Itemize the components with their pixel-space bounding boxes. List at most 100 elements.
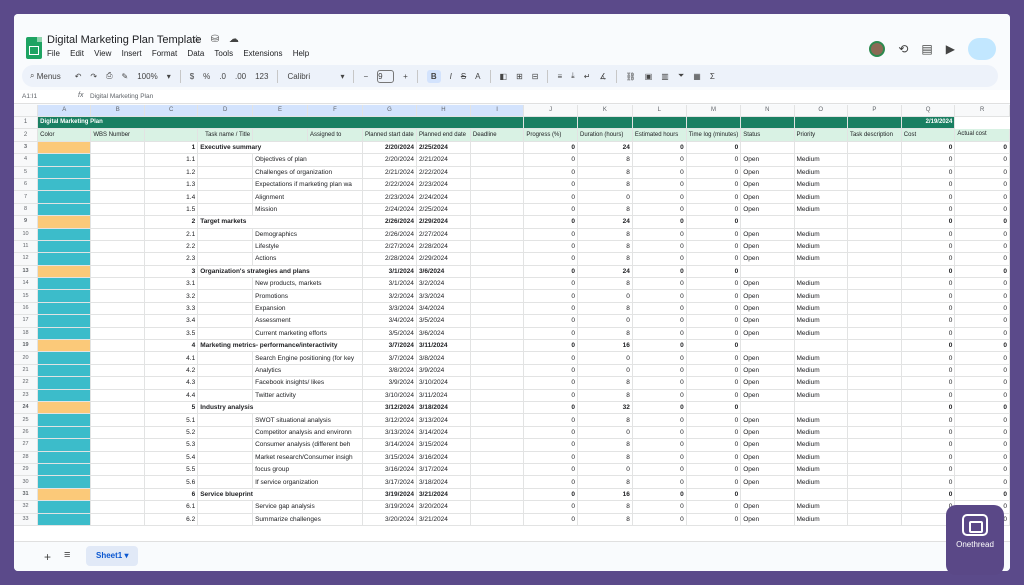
- time-log-cell[interactable]: 0: [686, 364, 742, 378]
- status-cell[interactable]: Open: [740, 190, 795, 204]
- task-name-cell[interactable]: Competitor analysis and environn: [252, 426, 363, 440]
- row-number[interactable]: 33: [14, 513, 39, 526]
- duration-cell[interactable]: 8: [577, 513, 633, 526]
- color-cell[interactable]: [37, 314, 92, 328]
- header-cell[interactable]: Status: [740, 128, 795, 142]
- wbs-number-cell[interactable]: 3.3: [144, 302, 199, 316]
- progress-cell[interactable]: 0: [523, 376, 579, 390]
- estimated-hours-cell[interactable]: 0: [632, 488, 687, 502]
- borders-icon[interactable]: ⊞: [516, 72, 523, 81]
- wbs-number-cell[interactable]: 3.2: [144, 289, 199, 303]
- duration-cell[interactable]: 8: [577, 178, 633, 192]
- wbs-number-cell[interactable]: 1.4: [144, 190, 199, 204]
- indent-cell[interactable]: [197, 153, 254, 167]
- column-header-r[interactable]: R: [954, 105, 1010, 117]
- time-log-cell[interactable]: 0: [686, 178, 742, 192]
- spacer-cell[interactable]: [90, 203, 146, 217]
- wbs-number-cell[interactable]: 1.1: [144, 153, 199, 167]
- start-date-cell[interactable]: 3/9/2024: [362, 376, 417, 390]
- color-cell[interactable]: [37, 451, 92, 464]
- progress-cell[interactable]: 0: [523, 289, 579, 303]
- wbs-number-cell[interactable]: 6: [144, 488, 199, 502]
- time-log-cell[interactable]: 0: [686, 153, 742, 167]
- task-name-cell[interactable]: Marketing metrics- performance/interacti…: [197, 339, 363, 353]
- duration-cell[interactable]: 8: [577, 376, 633, 390]
- task-description-cell[interactable]: [847, 302, 902, 316]
- priority-cell[interactable]: Medium: [794, 302, 848, 316]
- row-number[interactable]: 9: [14, 215, 39, 229]
- status-cell[interactable]: Open: [740, 463, 795, 477]
- share-button[interactable]: [968, 38, 996, 60]
- deadline-cell[interactable]: [470, 500, 525, 514]
- estimated-hours-cell[interactable]: 0: [632, 451, 687, 464]
- spacer-cell[interactable]: [90, 389, 146, 403]
- task-description-cell[interactable]: [847, 376, 902, 390]
- start-date-cell[interactable]: 2/26/2024: [362, 215, 417, 229]
- spacer-cell[interactable]: [90, 451, 146, 464]
- deadline-cell[interactable]: [470, 451, 525, 464]
- priority-cell[interactable]: Medium: [794, 178, 848, 192]
- priority-cell[interactable]: Medium: [794, 451, 848, 464]
- spacer-cell[interactable]: [90, 438, 146, 452]
- task-description-cell[interactable]: [847, 153, 902, 167]
- end-date-cell[interactable]: 3/11/2024: [416, 389, 471, 403]
- number-format-button[interactable]: 123: [255, 72, 268, 81]
- deadline-cell[interactable]: [470, 215, 525, 229]
- font-size-input[interactable]: 9: [377, 69, 395, 83]
- menu-extensions[interactable]: Extensions: [243, 49, 282, 58]
- progress-cell[interactable]: 0: [523, 513, 579, 526]
- task-description-cell[interactable]: [847, 190, 902, 204]
- priority-cell[interactable]: Medium: [794, 438, 848, 452]
- time-log-cell[interactable]: 0: [686, 463, 742, 477]
- status-cell[interactable]: Open: [740, 228, 795, 241]
- sheet-tab-sheet1[interactable]: Sheet1 ▾: [86, 546, 139, 566]
- deadline-cell[interactable]: [470, 265, 525, 279]
- progress-cell[interactable]: 0: [523, 302, 579, 316]
- deadline-cell[interactable]: [470, 463, 525, 477]
- cost-cell[interactable]: 0: [901, 215, 956, 229]
- column-header-d[interactable]: D: [197, 105, 254, 117]
- estimated-hours-cell[interactable]: 0: [632, 426, 687, 440]
- duration-cell[interactable]: 24: [577, 141, 633, 155]
- row-number[interactable]: 21: [14, 364, 39, 378]
- cost-cell[interactable]: 0: [901, 240, 956, 254]
- date-cell[interactable]: 2/19/2024: [901, 116, 956, 130]
- column-header-a[interactable]: A: [37, 105, 92, 117]
- menu-data[interactable]: Data: [187, 49, 204, 58]
- actual-cost-cell[interactable]: 0: [954, 228, 1010, 241]
- wbs-number-cell[interactable]: 4.2: [144, 364, 199, 378]
- task-name-cell[interactable]: Summarize challenges: [252, 513, 363, 526]
- end-date-cell[interactable]: 3/21/2024: [416, 488, 471, 502]
- priority-cell[interactable]: Medium: [794, 240, 848, 254]
- actual-cost-cell[interactable]: 0: [954, 215, 1010, 229]
- color-cell[interactable]: [37, 289, 92, 303]
- row-number[interactable]: 1: [14, 116, 39, 130]
- avatar[interactable]: [869, 41, 886, 57]
- indent-cell[interactable]: [197, 277, 254, 291]
- estimated-hours-cell[interactable]: 0: [632, 166, 687, 179]
- task-description-cell[interactable]: [847, 265, 902, 279]
- progress-cell[interactable]: 0: [523, 265, 579, 279]
- deadline-cell[interactable]: [470, 389, 525, 403]
- actual-cost-cell[interactable]: 0: [954, 364, 1010, 378]
- start-date-cell[interactable]: 2/26/2024: [362, 228, 417, 241]
- cost-cell[interactable]: 0: [901, 190, 956, 204]
- header-cell[interactable]: Priority: [794, 128, 848, 142]
- estimated-hours-cell[interactable]: 0: [632, 438, 687, 452]
- duration-cell[interactable]: 16: [577, 488, 633, 502]
- time-log-cell[interactable]: 0: [686, 451, 742, 464]
- column-header-g[interactable]: G: [362, 105, 417, 117]
- end-date-cell[interactable]: 3/10/2024: [416, 376, 471, 390]
- wbs-number-cell[interactable]: 4.3: [144, 376, 199, 390]
- filter-views-icon[interactable]: ▦: [693, 72, 701, 81]
- fill-color-icon[interactable]: ◧: [500, 72, 508, 81]
- end-date-cell[interactable]: 2/29/2024: [416, 215, 471, 229]
- status-cell[interactable]: Open: [740, 252, 795, 266]
- duration-cell[interactable]: 8: [577, 153, 633, 167]
- task-name-cell[interactable]: Demographics: [252, 228, 363, 241]
- wbs-number-cell[interactable]: 5.5: [144, 463, 199, 477]
- end-date-cell[interactable]: 3/14/2024: [416, 426, 471, 440]
- task-name-cell[interactable]: Service blueprint: [197, 488, 363, 502]
- indent-cell[interactable]: [197, 314, 254, 328]
- deadline-cell[interactable]: [470, 438, 525, 452]
